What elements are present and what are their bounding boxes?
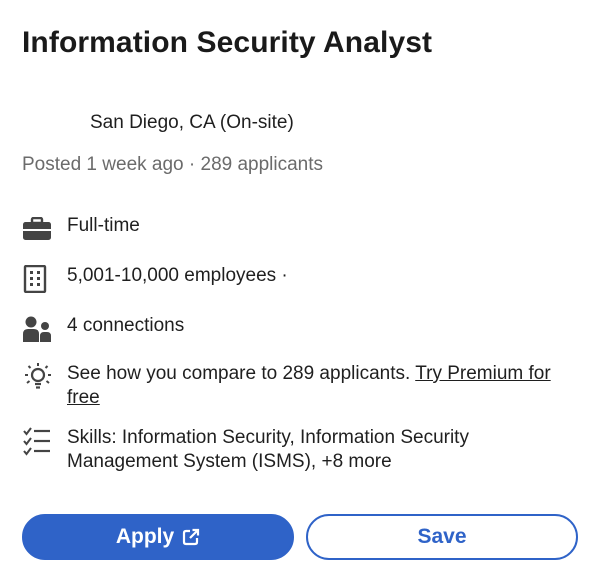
company-size: 5,001-10,000 employees · <box>67 264 493 288</box>
job-meta: Posted 1 week ago · 289 applicants <box>22 154 324 175</box>
connections-row[interactable]: 4 connections <box>22 314 184 344</box>
employment-type: Full-time <box>67 215 140 236</box>
external-link-icon <box>182 528 200 546</box>
apply-label: Apply <box>115 525 175 548</box>
premium-text: See how you compare to 289 applicants. <box>67 363 416 384</box>
people-icon <box>22 314 56 344</box>
skills-row[interactable]: Skills: Information Security, Informatio… <box>22 426 567 474</box>
lightbulb-icon <box>22 362 56 392</box>
redacted-region <box>293 271 493 281</box>
building-icon <box>22 264 56 294</box>
employment-type-row: Full-time <box>22 214 140 244</box>
company-size-row: 5,001-10,000 employees · <box>22 264 493 294</box>
save-label: Save <box>417 525 467 548</box>
premium-row: See how you compare to 289 applicants. T… <box>22 362 567 410</box>
briefcase-icon <box>22 214 56 244</box>
apply-button[interactable]: Apply <box>22 514 294 560</box>
company-size-text: 5,001-10,000 employees · <box>67 265 288 286</box>
checklist-icon <box>22 426 56 456</box>
job-title: Information Security Analyst <box>22 26 433 59</box>
save-button[interactable]: Save <box>306 514 578 560</box>
job-location: San Diego, CA (On-site) <box>90 112 294 133</box>
connections-count[interactable]: 4 connections <box>67 314 184 338</box>
premium-insight: See how you compare to 289 applicants. T… <box>67 362 567 410</box>
skills-summary[interactable]: Skills: Information Security, Informatio… <box>67 426 567 474</box>
